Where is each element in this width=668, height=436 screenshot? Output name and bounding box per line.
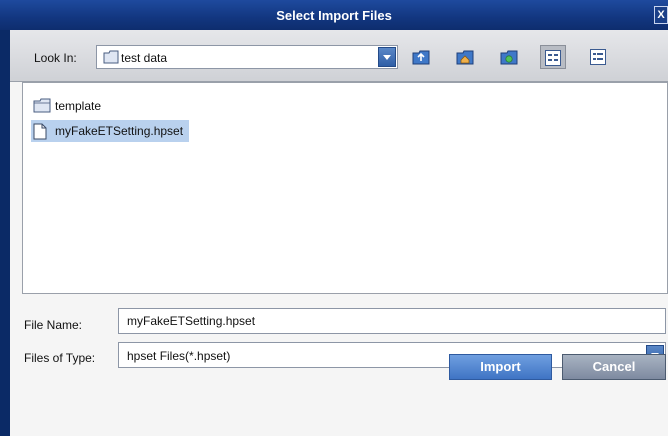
- list-view-button[interactable]: [540, 45, 566, 69]
- home-icon: [456, 50, 474, 65]
- details-view-icon: [590, 49, 606, 65]
- file-list[interactable]: template myFakeETSetting.hpset: [22, 82, 668, 294]
- cancel-button[interactable]: Cancel: [562, 354, 666, 380]
- details-view-button[interactable]: [586, 45, 612, 69]
- list-item-template[interactable]: template: [31, 95, 107, 117]
- list-item-myfakeetsetting[interactable]: myFakeETSetting.hpset: [31, 120, 190, 142]
- file-type-value: hpset Files(*.hpset): [127, 349, 231, 363]
- up-folder-button[interactable]: [408, 45, 434, 69]
- title-bar[interactable]: Select Import Files X: [0, 0, 668, 30]
- list-item-label: template: [55, 99, 102, 113]
- file-type-label: Files of Type:: [24, 351, 96, 365]
- new-folder-button[interactable]: [496, 45, 522, 69]
- file-name-label: File Name:: [24, 318, 83, 332]
- new-folder-icon: [500, 50, 518, 65]
- folder-icon: [33, 98, 51, 113]
- folder-icon: [103, 50, 119, 64]
- import-button[interactable]: Import: [449, 354, 552, 380]
- look-in-value: test data: [121, 51, 168, 65]
- look-in-dropdown-button[interactable]: [378, 47, 396, 67]
- file-icon: [33, 123, 47, 140]
- up-folder-icon: [412, 50, 430, 65]
- home-button[interactable]: [452, 45, 478, 69]
- list-item-label: myFakeETSetting.hpset: [55, 124, 184, 138]
- file-name-field[interactable]: myFakeETSetting.hpset: [118, 308, 666, 334]
- dialog-title: Select Import Files: [276, 8, 392, 23]
- toolbar: Look In: test data: [10, 30, 668, 82]
- look-in-combo[interactable]: test data: [96, 45, 398, 69]
- select-import-files-dialog: Select Import Files X Look In: test data: [0, 0, 668, 436]
- window-frame-left: [0, 0, 10, 436]
- close-button[interactable]: X: [654, 6, 668, 24]
- look-in-label: Look In:: [34, 51, 77, 65]
- list-view-icon: [545, 50, 561, 66]
